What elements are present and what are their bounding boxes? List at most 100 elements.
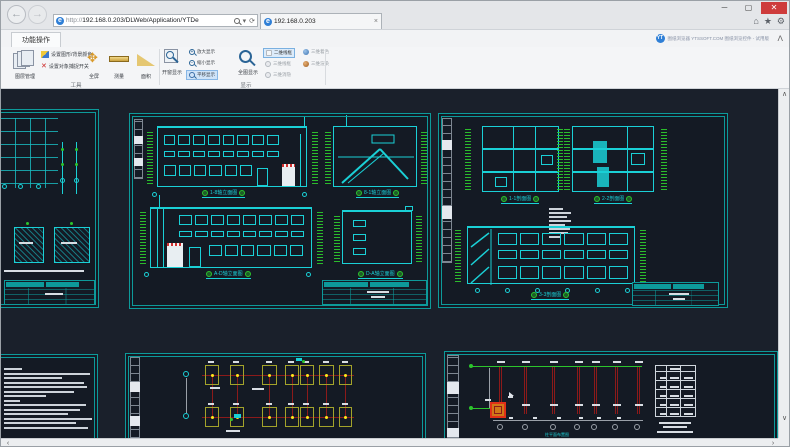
home-icon[interactable]: ⌂: [753, 15, 758, 27]
dim-stack: [557, 128, 563, 190]
scroll-down-icon[interactable]: ∨: [779, 414, 790, 424]
bottom-axis-line: [493, 420, 643, 421]
sheet-column-plan: 柱平面布置图: [444, 351, 778, 438]
zoom-extents-button[interactable]: 全图显示: [231, 69, 265, 76]
measure-ruler-icon: [109, 56, 129, 62]
pile-cap: [300, 407, 314, 427]
tab-favicon: e: [264, 18, 272, 26]
fullscreen-icon: ✥: [87, 51, 98, 65]
entrance-booth: [167, 243, 183, 267]
stair-strip-line: [157, 209, 158, 268]
pile-cap: [319, 365, 334, 385]
tools-group-label: 工具: [41, 81, 111, 89]
ribbon-collapse-icon[interactable]: ᐱ: [778, 34, 783, 43]
axis-bubble: [302, 192, 307, 197]
vertical-scrollbar[interactable]: ∧ ∨: [778, 89, 789, 438]
dim-stack: [455, 230, 461, 282]
caption-elevation-3: A-D轴立面图: [206, 271, 251, 279]
pan-button[interactable]: 平移显示: [186, 70, 218, 80]
axis-bubble: [144, 272, 149, 277]
set-osnap-button[interactable]: ✕ 设置对象捕捉开关: [41, 62, 89, 70]
dim-stack: [325, 130, 331, 184]
floor-slab: [573, 148, 653, 150]
dim-mark: [61, 163, 64, 166]
dim-mark: [75, 148, 78, 151]
floor-slab: [483, 171, 558, 173]
door: [189, 247, 201, 267]
settings-gear-icon[interactable]: ⚙: [777, 15, 785, 27]
wireframe-2d-label: 二维线框: [274, 50, 292, 56]
column-line: [552, 367, 555, 414]
set-bg-color-button[interactable]: 设置图形/背景颜色: [41, 51, 92, 58]
pile-cap: [300, 365, 314, 385]
style-3d-shaded[interactable]: 三维着色: [301, 48, 331, 56]
pan-label: 平移显示: [197, 72, 215, 78]
browser-tab[interactable]: e 192.168.0.203 ×: [260, 13, 382, 29]
axis-bubble: [497, 424, 503, 430]
index-cell: [447, 428, 459, 437]
scroll-up-icon[interactable]: ∧: [779, 90, 790, 100]
zoom-out-button[interactable]: − 缩小显示: [187, 59, 217, 67]
ribbon-tab-row: 功能操作 YT 图纸浏览器 YTSSOFT.COM 图纸浏览控件 - 试用版 ᐱ: [1, 29, 789, 47]
ribbon-tab-function[interactable]: 功能操作: [11, 32, 61, 48]
close-button[interactable]: ✕: [761, 2, 787, 14]
zoom-extents-icon: [239, 50, 252, 63]
scrollbar-corner: [778, 438, 789, 447]
back-button[interactable]: ←: [7, 5, 26, 24]
dim-stack: [147, 130, 153, 184]
tab-close-icon[interactable]: ×: [374, 18, 378, 25]
set-osnap-label: 设置对象捕捉开关: [49, 63, 89, 70]
style-2d-wireframe[interactable]: 二维线框: [263, 48, 295, 58]
display-group-label: 显示: [211, 81, 281, 89]
roof-mast: [304, 116, 305, 128]
axis-bubble: [595, 288, 600, 293]
axis-bubble: [550, 424, 556, 430]
forward-button[interactable]: →: [28, 5, 47, 24]
highlight-mark: [296, 358, 302, 361]
refresh-icon[interactable]: ⟳: [249, 17, 255, 25]
cad-canvas[interactable]: 1-8轴立面图 8-1轴立面图: [1, 89, 780, 438]
wall-line: [513, 127, 514, 191]
area-wedge-icon: [137, 54, 155, 66]
axis-bubble: [574, 424, 580, 430]
shaded-3d-label: 三维着色: [311, 49, 329, 55]
index-cell: [442, 140, 452, 150]
section-1: [482, 126, 559, 192]
caption-elevation-1: 1-8轴立面图: [202, 190, 245, 198]
style-3d-hidden[interactable]: 三维消隐: [263, 71, 293, 79]
window-zoom-button[interactable]: 开窗显示: [157, 69, 187, 76]
layer-manage-icon: [13, 50, 37, 70]
dim-stack: [421, 130, 427, 184]
address-bar[interactable]: e http:// 192.168.0.203/DLWeb/Applicatio…: [53, 14, 258, 27]
hidden-3d-label: 三维消隐: [273, 72, 291, 78]
favorites-star-icon[interactable]: ★: [764, 15, 772, 27]
measure-button[interactable]: 测量: [104, 73, 134, 80]
dim-stack: [334, 214, 340, 262]
dim-stack: [661, 128, 667, 190]
sheet-index-strip: [447, 355, 459, 438]
column-line: [594, 367, 597, 414]
caret-down-icon[interactable]: ▾: [243, 17, 247, 25]
wireframe-3d-icon: [265, 61, 271, 67]
zoom-in-button[interactable]: + 放大显示: [187, 48, 217, 56]
dim-stack: [465, 128, 471, 190]
grid-bubble: [36, 184, 41, 189]
style-3d-wireframe[interactable]: 三维线框: [263, 60, 293, 68]
minimize-button[interactable]: ─: [714, 2, 735, 14]
note-text-line: [4, 270, 84, 272]
zoom-in-icon: +: [189, 49, 195, 55]
dim-stack: [564, 128, 570, 190]
browser-window: ← → e http:// 192.168.0.203/DLWeb/Applic…: [0, 0, 790, 447]
layer-manage-button[interactable]: 图层管理: [5, 73, 45, 80]
scroll-right-icon[interactable]: ›: [768, 439, 778, 447]
zoom-in-label: 放大显示: [197, 49, 215, 55]
search-icon[interactable]: [234, 18, 240, 24]
axis-bubble: [591, 424, 597, 430]
sheet-index-strip: [134, 119, 143, 179]
scroll-left-icon[interactable]: ‹: [3, 439, 13, 447]
style-3d-render[interactable]: 三维渲染: [301, 60, 331, 68]
zoom-out-label: 缩小显示: [197, 60, 215, 66]
door: [257, 168, 268, 186]
maximize-button[interactable]: ▢: [738, 2, 759, 14]
horizontal-scrollbar[interactable]: ‹ ›: [1, 438, 780, 447]
